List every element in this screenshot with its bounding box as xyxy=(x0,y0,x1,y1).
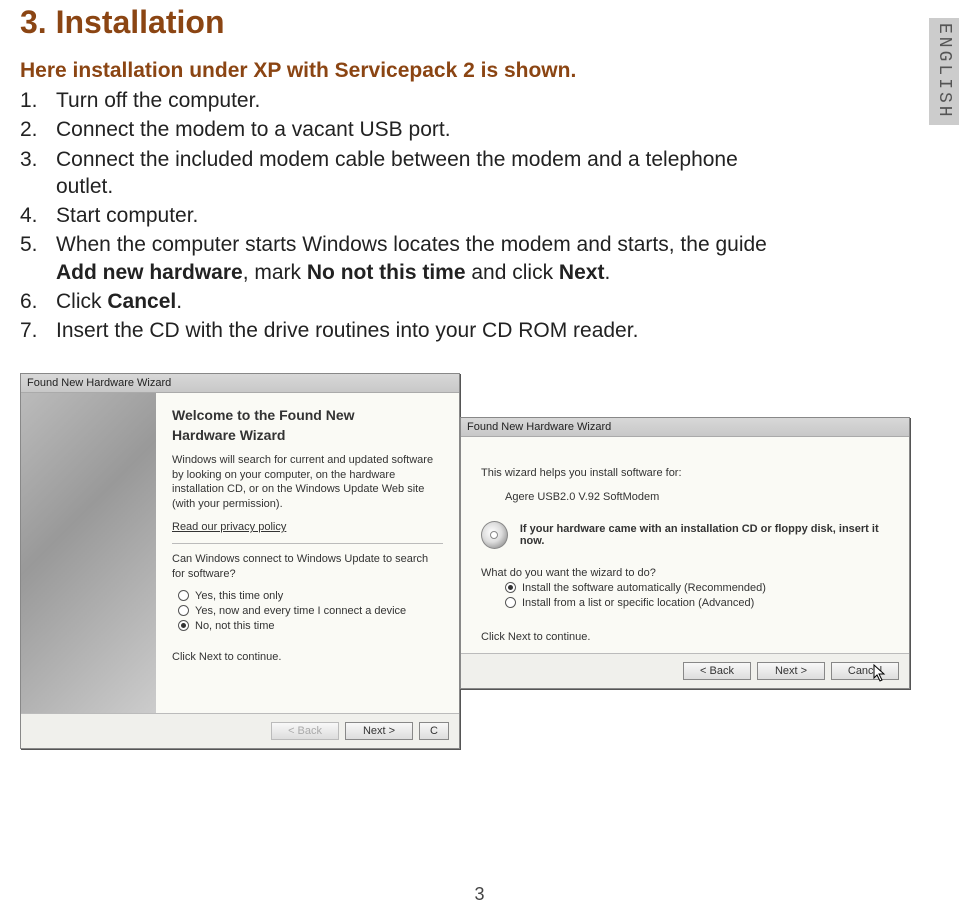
item-number: 2. xyxy=(20,116,56,143)
radio-option-yes-always[interactable]: Yes, now and every time I connect a devi… xyxy=(178,605,443,617)
wizard-dialog-install: Found New Hardware Wizard This wizard he… xyxy=(460,417,910,689)
back-button: < Back xyxy=(271,722,339,740)
wizard-hint: Click Next to continue. xyxy=(172,650,443,665)
wizard-question: Can Windows connect to Windows Update to… xyxy=(172,552,443,582)
radio-icon xyxy=(178,620,189,631)
item-text-fragment: and click xyxy=(466,261,559,284)
intro-text: Here installation under XP with Servicep… xyxy=(20,59,939,83)
radio-icon xyxy=(505,582,516,593)
wizard-heading: Welcome to the Found New xyxy=(172,407,443,423)
page-number: 3 xyxy=(0,884,959,905)
item-number: 7. xyxy=(20,317,56,344)
language-tab: ENGLISH xyxy=(929,18,959,125)
radio-option-specific[interactable]: Install from a list or specific location… xyxy=(505,597,889,609)
cancel-button-cut[interactable]: C xyxy=(419,722,449,740)
next-button[interactable]: Next > xyxy=(345,722,413,740)
item-text-fragment: . xyxy=(176,290,182,313)
radio-option-no[interactable]: No, not this time xyxy=(178,620,443,632)
cd-hint-row: If your hardware came with an installati… xyxy=(481,521,889,549)
radio-label: Yes, now and every time I connect a devi… xyxy=(195,605,406,617)
item-number: 1. xyxy=(20,87,56,114)
dialog-footer: < Back Next > Cancel xyxy=(461,653,909,688)
item-text: When the computer starts Windows locates… xyxy=(56,231,800,286)
radio-label: Install from a list or specific location… xyxy=(522,597,754,609)
cursor-icon xyxy=(873,664,887,682)
list-item: 7. Insert the CD with the drive routines… xyxy=(20,317,800,344)
instruction-list: 1. Turn off the computer. 2. Connect the… xyxy=(20,87,800,345)
back-button[interactable]: < Back xyxy=(683,662,751,680)
radio-icon xyxy=(505,597,516,608)
separator xyxy=(172,543,443,544)
radio-icon xyxy=(178,605,189,616)
item-number: 3. xyxy=(20,146,56,173)
item-bold: Add new hardware xyxy=(56,261,243,284)
list-item: 5. When the computer starts Windows loca… xyxy=(20,231,800,286)
wizard-sidebar-graphic xyxy=(21,393,156,713)
cancel-button[interactable]: Cancel xyxy=(831,662,899,680)
wizard-hint: Click Next to continue. xyxy=(481,631,889,643)
item-text: Connect the included modem cable between… xyxy=(56,146,800,201)
item-bold: Cancel xyxy=(107,290,176,313)
radio-label: Install the software automatically (Reco… xyxy=(522,582,766,594)
wizard-question: What do you want the wizard to do? xyxy=(481,567,889,579)
item-number: 5. xyxy=(20,231,56,258)
list-item: 4. Start computer. xyxy=(20,202,800,229)
cd-hint-text: If your hardware came with an installati… xyxy=(520,523,889,547)
item-text: Start computer. xyxy=(56,202,800,229)
radio-option-yes-once[interactable]: Yes, this time only xyxy=(178,590,443,602)
device-name: Agere USB2.0 V.92 SoftModem xyxy=(505,491,889,503)
wizard-dialog-welcome: Found New Hardware Wizard Welcome to the… xyxy=(20,373,460,749)
wizard-heading: Hardware Wizard xyxy=(172,427,443,443)
radio-option-auto[interactable]: Install the software automatically (Reco… xyxy=(505,582,889,594)
item-text: Click Cancel. xyxy=(56,288,800,315)
page-title: 3. Installation xyxy=(20,0,939,41)
privacy-link[interactable]: Read our privacy policy xyxy=(172,520,443,535)
dialog-footer: < Back Next > C xyxy=(21,713,459,748)
item-text-fragment: . xyxy=(604,261,610,284)
item-text-fragment: When the computer starts Windows locates… xyxy=(56,233,767,256)
wizard-paragraph: This wizard helps you install software f… xyxy=(481,467,889,479)
list-item: 1. Turn off the computer. xyxy=(20,87,800,114)
item-text: Insert the CD with the drive routines in… xyxy=(56,317,800,344)
item-text-fragment: Click xyxy=(56,290,107,313)
list-item: 3. Connect the included modem cable betw… xyxy=(20,146,800,201)
item-bold: No not this time xyxy=(307,261,466,284)
item-bold: Next xyxy=(559,261,605,284)
dialog-titlebar: Found New Hardware Wizard xyxy=(461,418,909,437)
radio-label: No, not this time xyxy=(195,620,274,632)
item-text: Connect the modem to a vacant USB port. xyxy=(56,116,800,143)
list-item: 2. Connect the modem to a vacant USB por… xyxy=(20,116,800,143)
dialog-titlebar: Found New Hardware Wizard xyxy=(21,374,459,393)
list-item: 6. Click Cancel. xyxy=(20,288,800,315)
wizard-paragraph: Windows will search for current and upda… xyxy=(172,453,443,512)
radio-icon xyxy=(178,590,189,601)
radio-label: Yes, this time only xyxy=(195,590,283,602)
item-number: 6. xyxy=(20,288,56,315)
item-text-fragment: , mark xyxy=(243,261,307,284)
next-button[interactable]: Next > xyxy=(757,662,825,680)
cd-icon xyxy=(481,521,508,549)
item-number: 4. xyxy=(20,202,56,229)
item-text: Turn off the computer. xyxy=(56,87,800,114)
